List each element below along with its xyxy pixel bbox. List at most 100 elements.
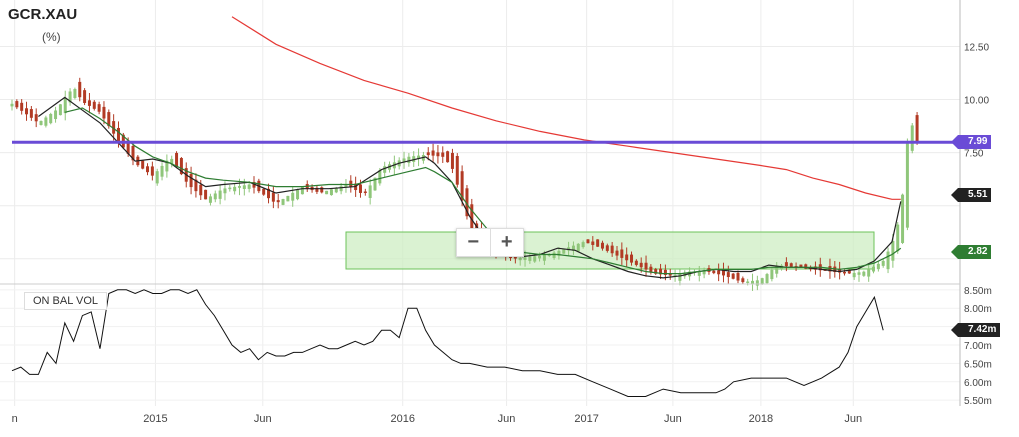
candle-up [896, 224, 900, 252]
candle-down [610, 245, 614, 254]
candle-down [25, 108, 29, 115]
zoom-in-button[interactable]: + [489, 229, 524, 256]
candle-up [523, 257, 527, 260]
candle-down [712, 270, 716, 274]
obv-tick-label: 5.50m [964, 396, 992, 407]
candle-up [383, 166, 387, 173]
candle-down [271, 192, 275, 202]
candle-up [73, 89, 77, 99]
candle-up [872, 266, 876, 272]
chart-unit-label: (%) [42, 30, 61, 44]
candle-down [102, 106, 106, 119]
candle-down [363, 191, 367, 194]
candle-up [751, 280, 755, 284]
candle-down [78, 81, 82, 98]
candle-up [746, 281, 750, 283]
candle-down [20, 102, 24, 111]
candle-down [649, 266, 653, 272]
candle-up [63, 97, 67, 114]
candle-up [39, 120, 43, 125]
candle-down [189, 173, 193, 188]
candle-down [15, 101, 19, 108]
candle-up [765, 274, 769, 284]
candle-down [116, 127, 120, 142]
candle-down [446, 151, 450, 163]
candle-down [141, 160, 145, 169]
candle-up [378, 170, 382, 184]
sma-value-tag: 2.82 [950, 244, 992, 259]
obv-tick-label: 7.00m [964, 341, 992, 352]
zoom-control: − + [456, 228, 524, 257]
candle-down [97, 104, 101, 112]
candle-down [591, 241, 595, 245]
candle-down [625, 254, 629, 261]
candle-up [881, 260, 885, 266]
candle-up [678, 273, 682, 281]
y-tick-label: 10.00 [964, 96, 989, 107]
candle-up [697, 271, 701, 276]
candle-down [276, 200, 280, 203]
candle-down [455, 155, 459, 185]
price-line-value-tag: 7.99 [950, 135, 992, 150]
candle-up [325, 190, 329, 195]
x-tick-label: Jun [844, 413, 862, 425]
candle-down [620, 249, 624, 258]
candle-down [726, 272, 730, 278]
y-tick-label: 12.50 [964, 42, 989, 53]
candle-down [470, 204, 474, 229]
candle-up [339, 186, 343, 192]
candle-up [518, 257, 522, 261]
zoom-out-button[interactable]: − [457, 229, 490, 256]
candle-up [901, 194, 905, 243]
indicator-label[interactable]: ON BAL VOL [24, 292, 108, 310]
candle-up [58, 104, 62, 116]
obv-line [11, 289, 884, 397]
candle-up [770, 269, 774, 280]
chart-gridlines [0, 0, 960, 406]
candle-up [876, 263, 880, 270]
candle-down [731, 273, 735, 279]
candle-up [581, 242, 585, 248]
candle-down [600, 242, 604, 249]
candle-up [223, 188, 227, 194]
candle-down [615, 250, 619, 256]
price-chart[interactable]: n 2015 Jun 2016 Jun 2017 Jun 2018 Jun 12.50 10.00 7… [0, 0, 1019, 437]
candle-down [426, 152, 430, 156]
candle-up [218, 190, 222, 199]
candle-up [155, 171, 159, 184]
x-tick-label: 2018 [749, 413, 773, 425]
candle-down [736, 273, 740, 281]
candle-down [513, 256, 517, 259]
last-price-tag: 5.51 [950, 187, 992, 202]
candle-up [702, 271, 706, 275]
candle-down [150, 166, 154, 176]
candle-up [49, 113, 53, 124]
candle-down [199, 184, 203, 196]
candle-up [300, 186, 304, 195]
candle-up [533, 256, 537, 262]
sma_long-line [231, 16, 901, 200]
candle-down [842, 271, 846, 274]
candle-down [717, 270, 721, 275]
candle-up [242, 185, 246, 189]
candle-up [755, 280, 759, 286]
candle-down [436, 152, 440, 157]
candle-up [237, 186, 241, 188]
candle-up [905, 140, 909, 228]
candle-down [262, 188, 266, 195]
candle-down [586, 239, 590, 244]
x-tick-label: Jun [498, 413, 516, 425]
candle-down [320, 187, 324, 193]
candle-up [891, 240, 895, 261]
candle-up [538, 255, 542, 259]
candle-up [368, 185, 372, 198]
chart-symbol-title: GCR.XAU [8, 6, 78, 23]
candle-down [639, 262, 643, 268]
obv-panel [11, 289, 884, 397]
candle-up [213, 193, 217, 200]
candle-up [160, 165, 164, 177]
candle-up [862, 271, 866, 276]
candle-up [296, 189, 300, 200]
candle-down [450, 152, 454, 169]
candle-down [630, 254, 634, 263]
